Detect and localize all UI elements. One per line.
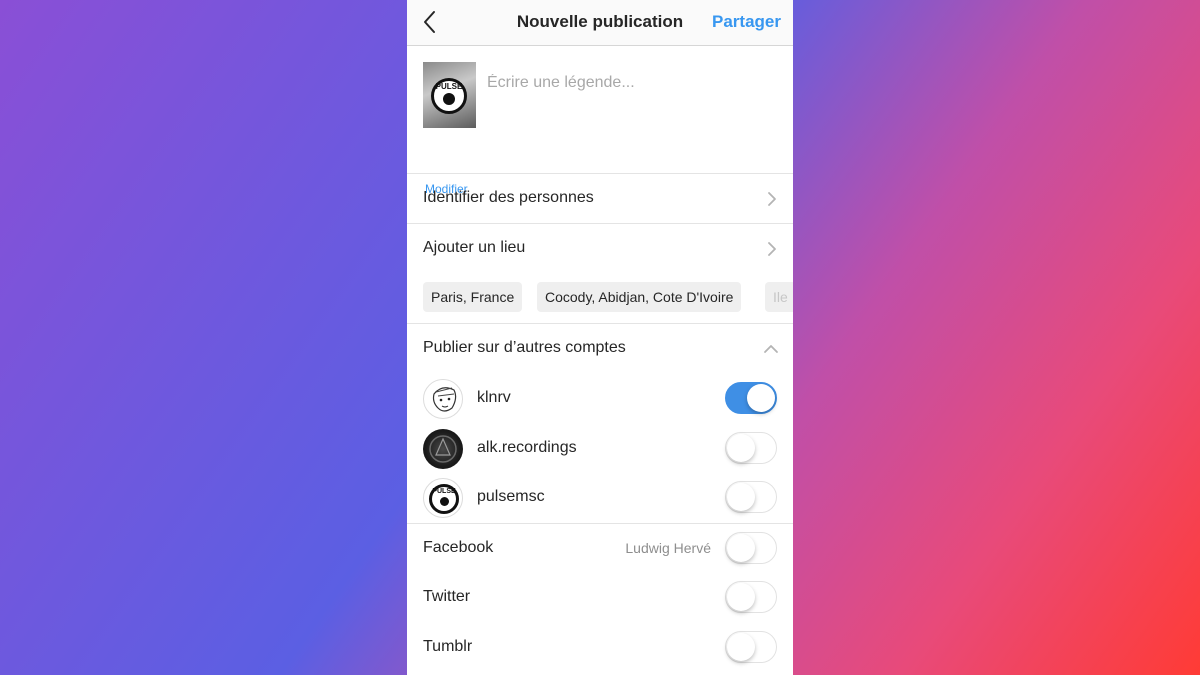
social-name: Tumblr <box>423 637 473 655</box>
share-button[interactable]: Partager <box>712 12 781 32</box>
tag-people-row[interactable]: Identifier des personnes <box>407 174 793 224</box>
tumblr-toggle[interactable] <box>725 630 777 663</box>
twitter-toggle[interactable] <box>725 581 777 613</box>
account-toggle[interactable] <box>725 431 777 464</box>
add-location-row[interactable]: Ajouter un lieu <box>407 224 793 273</box>
account-row: PULSE pulsemsc <box>407 473 793 523</box>
avatar: PULSE <box>423 478 463 518</box>
account-name: pulsemsc <box>477 488 545 505</box>
location-chip[interactable]: Ile <box>765 282 793 312</box>
chevron-right-icon <box>768 192 776 206</box>
facebook-toggle[interactable] <box>725 531 777 564</box>
account-toggle[interactable] <box>725 382 777 414</box>
other-accounts-header[interactable]: Publier sur d’autres comptes <box>407 324 793 374</box>
chevron-right-icon <box>768 242 776 256</box>
avatar-emblem-icon <box>429 434 457 463</box>
avatar <box>423 379 463 419</box>
other-accounts-title: Publier sur d’autres comptes <box>423 339 626 356</box>
avatar <box>423 428 463 469</box>
chevron-up-icon <box>764 345 778 353</box>
add-location-label: Ajouter un lieu <box>423 239 526 256</box>
phone-screen: Nouvelle publication Partager PULSE Modi… <box>407 0 793 675</box>
location-chip[interactable]: Cocody, Abidjan, Cote D'Ivoire <box>537 282 742 312</box>
location-chip[interactable]: Paris, France <box>423 282 523 312</box>
account-name: alk.recordings <box>477 438 577 456</box>
social-row-twitter: Twitter <box>407 573 793 623</box>
social-name: Twitter <box>423 588 471 605</box>
social-username: Ludwig Hervé <box>625 539 711 556</box>
social-row-tumblr: Tumblr <box>407 623 793 673</box>
pulse-logo-image: PULSE <box>431 78 467 114</box>
account-row: klnrv <box>407 374 793 424</box>
nav-bar: Nouvelle publication Partager <box>407 0 793 46</box>
location-suggestions: Paris, France Cocody, Abidjan, Cote D'Iv… <box>407 273 793 324</box>
avatar-sketch-icon <box>432 387 457 412</box>
account-toggle[interactable] <box>725 481 777 513</box>
tag-people-label: Identifier des personnes <box>423 189 594 206</box>
account-row: alk.recordings <box>407 424 793 474</box>
social-row-facebook: Facebook Ludwig Hervé <box>407 524 793 574</box>
post-thumbnail[interactable]: PULSE <box>423 62 476 128</box>
social-name: Facebook <box>423 538 494 556</box>
caption-input[interactable] <box>487 70 777 96</box>
compose-section: PULSE Modifier <box>407 46 793 196</box>
account-name: klnrv <box>477 389 511 406</box>
